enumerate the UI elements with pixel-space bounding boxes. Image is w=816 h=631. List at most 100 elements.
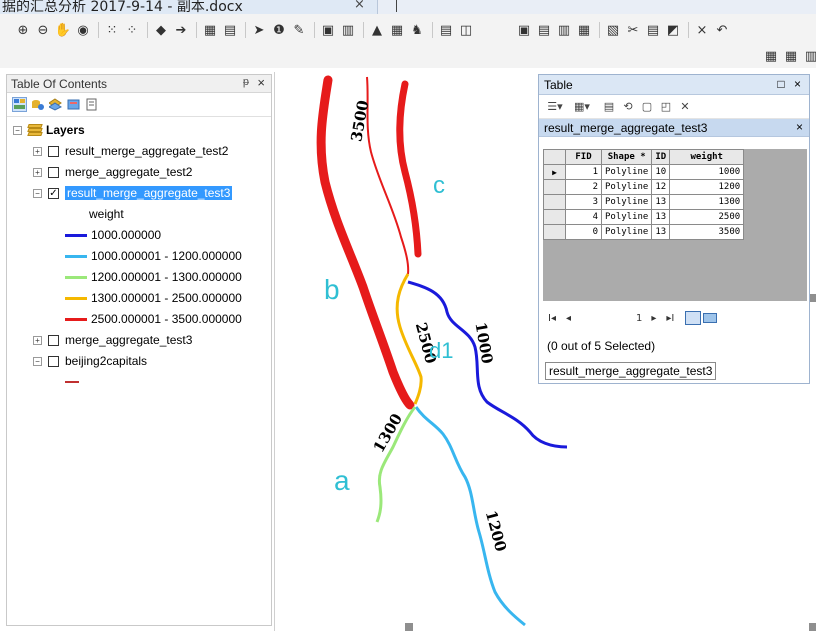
cell-id[interactable]: 13 <box>651 224 671 240</box>
collapse-icon[interactable]: − <box>13 125 22 135</box>
toolbar-tool-icon[interactable]: ↶ <box>713 21 731 39</box>
first-record-button[interactable]: I◂ <box>548 313 556 324</box>
toolbar-tool-icon[interactable]: ◉ <box>74 21 92 39</box>
layer-item[interactable]: − ✓ result_merge_aggregate_test3 <box>33 184 233 202</box>
cell-id[interactable]: 13 <box>651 194 671 210</box>
show-selected-records-icon[interactable] <box>703 313 718 323</box>
toolbar-tool-icon[interactable]: ◫ <box>457 21 475 39</box>
document-tab[interactable]: 据的汇总分析 2017-9-14 - 副本.docx <box>0 0 378 14</box>
toolbar-tool-icon[interactable]: ✂ <box>624 21 642 39</box>
list-by-visibility-icon[interactable] <box>48 97 63 112</box>
toolbar-tool-icon[interactable]: ➤ <box>250 21 268 39</box>
toolbar-tool-icon[interactable]: ▤ <box>644 21 662 39</box>
toolbar-tool-icon[interactable]: ▥ <box>339 21 357 39</box>
layers-root[interactable]: − Layers <box>13 121 85 139</box>
cell-fid[interactable]: 0 <box>565 224 602 240</box>
collapse-icon[interactable]: − <box>33 356 42 366</box>
cell-weight[interactable]: 1000 <box>669 164 745 180</box>
toolbar-tool-icon[interactable]: ⊕ <box>14 21 32 39</box>
row-header[interactable] <box>543 224 566 240</box>
toolbar-tool-icon[interactable]: ▣ <box>319 21 337 39</box>
close-icon[interactable]: × <box>796 120 803 134</box>
next-record-button[interactable]: ▸ <box>651 313 656 324</box>
table-tab-header[interactable]: result_merge_aggregate_test3 × <box>539 119 809 137</box>
visibility-checkbox[interactable]: ✓ <box>48 187 59 199</box>
cell-weight[interactable]: 3500 <box>669 224 745 240</box>
table-row[interactable]: 3 Polyline 13 1300 <box>543 194 745 210</box>
column-header[interactable]: FID <box>565 149 602 165</box>
cell-weight[interactable]: 1300 <box>669 194 745 210</box>
column-header[interactable]: ID <box>651 149 671 165</box>
legend-class[interactable] <box>65 373 83 391</box>
list-by-selection-icon[interactable] <box>66 97 81 112</box>
toolbar-tool-icon[interactable]: ▦ <box>388 21 406 39</box>
previous-record-button[interactable]: ◂ <box>566 313 571 324</box>
toolbar-tool-icon[interactable]: ▥ <box>802 47 816 65</box>
column-header[interactable]: Shape * <box>600 149 653 165</box>
toolbar-tool-icon[interactable]: ▤ <box>221 21 239 39</box>
cell-shape[interactable]: Polyline <box>600 194 653 210</box>
toolbar-tool-icon[interactable]: ◆ <box>152 21 170 39</box>
column-header[interactable]: weight <box>669 149 745 165</box>
delete-selected-icon[interactable]: ✕ <box>677 99 693 115</box>
toolbar-tool-icon[interactable]: ▦ <box>575 21 593 39</box>
legend-class[interactable]: 1000.000001 - 1200.000000 <box>65 247 242 265</box>
toolbar-tool-icon[interactable]: ▲ <box>368 21 386 39</box>
cell-id[interactable]: 10 <box>651 164 671 180</box>
layer-item[interactable]: + result_merge_aggregate_test2 <box>33 142 228 160</box>
options-icon[interactable] <box>84 97 99 112</box>
close-icon[interactable]: × <box>257 75 265 90</box>
legend-class[interactable]: 2500.000001 - 3500.000000 <box>65 310 242 328</box>
current-row-marker[interactable]: ▶ <box>543 164 566 180</box>
last-record-button[interactable]: ▸I <box>666 313 674 324</box>
current-record-number[interactable]: 1 <box>636 313 642 324</box>
expand-icon[interactable]: + <box>33 167 42 177</box>
legend-class[interactable]: 1000.000000 <box>65 226 161 244</box>
toolbar-tool-icon[interactable]: ♞ <box>408 21 426 39</box>
cell-fid[interactable]: 2 <box>565 179 602 195</box>
table-row[interactable]: 4 Polyline 13 2500 <box>543 209 745 225</box>
cell-fid[interactable]: 3 <box>565 194 602 210</box>
toolbar-tool-icon[interactable]: ▤ <box>437 21 455 39</box>
toolbar-tool-icon[interactable]: ⊖ <box>34 21 52 39</box>
cell-fid[interactable]: 4 <box>565 209 602 225</box>
toolbar-tool-icon[interactable]: ❶ <box>270 21 288 39</box>
expand-icon[interactable]: + <box>33 335 42 345</box>
toolbar-tool-icon[interactable]: ▤ <box>535 21 553 39</box>
cell-weight[interactable]: 2500 <box>669 209 745 225</box>
legend-class[interactable]: 1200.000001 - 1300.000000 <box>65 268 242 286</box>
visibility-checkbox[interactable] <box>48 355 59 367</box>
table-bottom-tab[interactable]: result_merge_aggregate_test3 <box>545 362 717 380</box>
toolbar-tool-icon[interactable]: ✎ <box>290 21 308 39</box>
toolbar-tool-icon[interactable]: ⁘ <box>123 21 141 39</box>
cell-id[interactable]: 12 <box>651 179 671 195</box>
toolbar-tool-icon[interactable]: ▧ <box>604 21 622 39</box>
toolbar-tool-icon[interactable]: ▣ <box>515 21 533 39</box>
toolbar-tool-icon[interactable]: ▦ <box>782 47 800 65</box>
table-options-icon[interactable]: ☰▾ <box>547 99 563 115</box>
toolbar-tool-icon[interactable]: ▦ <box>201 21 219 39</box>
pin-icon[interactable]: ᵽ <box>243 76 249 88</box>
visibility-checkbox[interactable] <box>48 166 59 178</box>
clear-selection-icon[interactable]: ▢ <box>639 99 655 115</box>
layer-item[interactable]: + merge_aggregate_test2 <box>33 163 192 181</box>
switch-selection-icon[interactable]: ⟲ <box>620 99 636 115</box>
cell-weight[interactable]: 1200 <box>669 179 745 195</box>
toolbar-tool-icon[interactable]: ▦ <box>762 47 780 65</box>
toolbar-tool-icon[interactable]: ✋ <box>54 21 72 39</box>
select-by-attributes-icon[interactable]: ▤ <box>601 99 617 115</box>
toolbar-tool-icon[interactable]: ▥ <box>555 21 573 39</box>
row-header[interactable] <box>543 194 566 210</box>
row-header[interactable] <box>543 209 566 225</box>
table-row[interactable]: ▶ 1 Polyline 10 1000 <box>543 164 745 180</box>
window-controls[interactable]: □ × <box>777 77 804 91</box>
table-row[interactable]: 0 Polyline 13 3500 <box>543 224 745 240</box>
list-by-source-icon[interactable] <box>30 97 45 112</box>
related-tables-icon[interactable]: ▦▾ <box>574 99 590 115</box>
row-header[interactable] <box>543 179 566 195</box>
toolbar-tool-icon[interactable]: ⁙ <box>103 21 121 39</box>
toolbar-tool-icon[interactable]: ◩ <box>664 21 682 39</box>
zoom-to-selected-icon[interactable]: ◰ <box>658 99 674 115</box>
toolbar-tool-icon[interactable]: × <box>693 21 711 39</box>
table-row[interactable]: 2 Polyline 12 1200 <box>543 179 745 195</box>
